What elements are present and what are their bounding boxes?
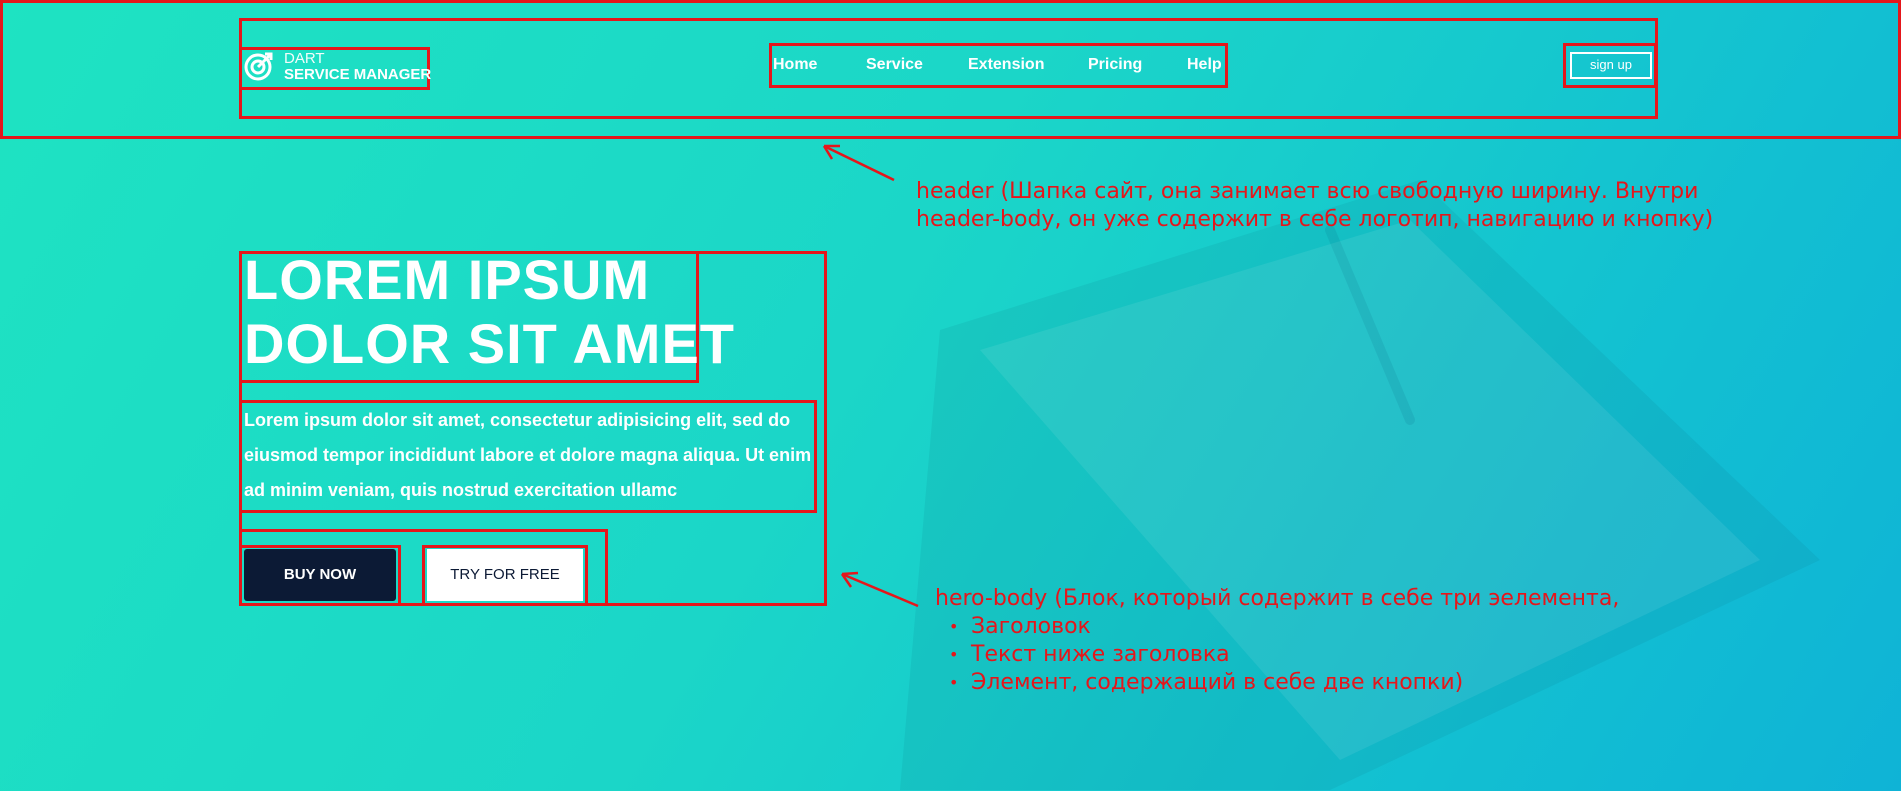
- nav-extension[interactable]: Extension: [968, 56, 1044, 74]
- nav-service[interactable]: Service: [866, 56, 923, 74]
- header-annotation: header (Шапка сайт, она занимает всю сво…: [916, 178, 1713, 234]
- header-annotation-line-1: header (Шапка сайт, она занимает всю сво…: [916, 179, 1699, 204]
- logo-text: DART SERVICE MANAGER: [284, 51, 431, 83]
- buy-now-button[interactable]: BUY NOW: [244, 549, 396, 601]
- target-icon: [244, 52, 273, 81]
- nav-home[interactable]: Home: [773, 56, 817, 74]
- nav-help[interactable]: Help: [1187, 56, 1222, 74]
- hero-annotation-line-1: hero-body (Блок, который содержит в себе…: [935, 586, 1620, 611]
- logo-line-2: SERVICE MANAGER: [284, 66, 432, 83]
- hero-annotation: hero-body (Блок, который содержит в себе…: [935, 585, 1619, 697]
- header-annotation-line-2: header-body, он уже содержит в себе лого…: [916, 207, 1714, 232]
- arrow-icon: [840, 571, 919, 608]
- arrow-icon: [822, 144, 895, 182]
- hero-annotation-item: Текст ниже заголовка: [935, 641, 1619, 669]
- hero-title: LOREM IPSUM DOLOR SIT AMET: [244, 248, 735, 376]
- signup-button[interactable]: sign up: [1570, 52, 1652, 79]
- hero-text-line-1: Lorem ipsum dolor sit amet, consectetur …: [244, 410, 791, 430]
- nav-pricing[interactable]: Pricing: [1088, 56, 1142, 74]
- hero-annotation-list: Заголовок Текст ниже заголовка Элемент, …: [935, 613, 1619, 697]
- hero-text-line-3: ad minim veniam, quis nostrud exercitati…: [244, 480, 678, 500]
- try-for-free-button[interactable]: TRY FOR FREE: [427, 549, 583, 601]
- hero-annotation-item: Заголовок: [935, 613, 1619, 641]
- hero-title-line-1: LOREM IPSUM: [244, 248, 651, 311]
- hero-title-line-2: DOLOR SIT AMET: [244, 312, 736, 375]
- hero-text-line-2: eiusmod tempor incididunt labore et dolo…: [244, 445, 812, 465]
- logo-line-1: DART: [284, 50, 325, 67]
- hero-text: Lorem ipsum dolor sit amet, consectetur …: [244, 403, 811, 508]
- hero-annotation-item: Элемент, содержащий в себе две кнопки): [935, 669, 1619, 697]
